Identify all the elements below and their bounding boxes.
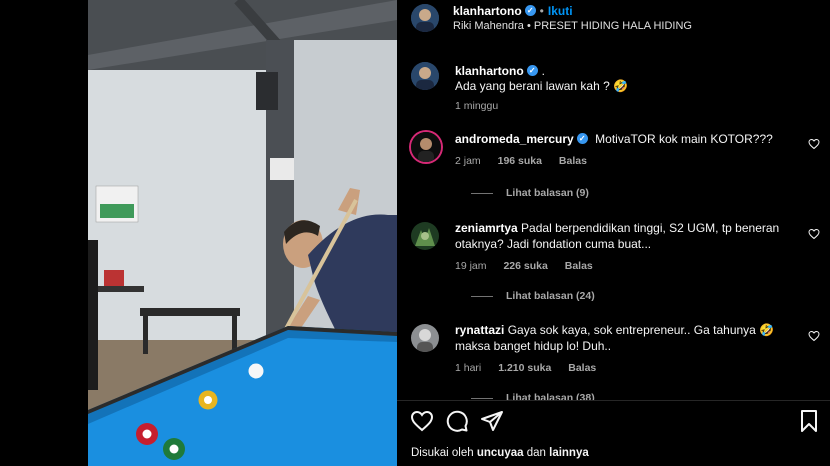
heart-icon[interactable]	[410, 409, 434, 433]
avatar[interactable]	[411, 132, 441, 162]
comment-time: 1 hari	[455, 362, 482, 374]
caption-text: Ada yang berani lawan kah ? 🤣	[455, 79, 629, 93]
comment-text: MotivaTOR kok main KOTOR???	[595, 132, 773, 146]
comment-icon[interactable]	[445, 409, 469, 433]
header-line: klanhartono ✓ • Ikuti	[453, 2, 573, 20]
caption-header: klanhartono ✓.	[455, 62, 545, 80]
avatar-image	[411, 62, 439, 90]
liked-and: dan	[526, 447, 546, 459]
heart-icon[interactable]	[808, 330, 820, 342]
liked-others[interactable]: lainnya	[549, 447, 589, 459]
bookmark-icon[interactable]	[797, 409, 821, 433]
avatar-image	[411, 132, 441, 162]
replies-divider	[471, 397, 493, 399]
comment-body: zeniamrtya Padal berpendidikan tinggi, S…	[455, 220, 790, 272]
comment-meta: 2 jam 196 suka Balas	[455, 155, 790, 167]
comment-item: andromeda_mercury ✓ MotivaTOR kok main KO…	[411, 130, 820, 210]
verified-badge-icon: ✓	[576, 133, 588, 145]
comment-line: zeniamrtya Padal berpendidikan tinggi, S…	[455, 220, 790, 252]
reply-button[interactable]: Balas	[568, 362, 596, 374]
comment-meta: 1 hari 1.210 suka Balas	[455, 362, 790, 374]
reply-button[interactable]: Balas	[559, 155, 587, 167]
avatar-image	[411, 324, 439, 352]
comment-body: andromeda_mercury ✓ MotivaTOR kok main KO…	[455, 130, 790, 167]
comment-body: rynattazi Gaya sok kaya, sok entrepreneu…	[455, 322, 790, 374]
reply-button[interactable]: Balas	[565, 260, 593, 272]
caption-time: 1 minggu	[455, 100, 499, 112]
avatar-image	[411, 4, 439, 32]
comment-likes[interactable]: 1.210 suka	[498, 362, 551, 374]
caption-suffix: .	[541, 64, 546, 78]
comment-line: rynattazi Gaya sok kaya, sok entrepreneu…	[455, 322, 790, 354]
replies-divider	[471, 295, 493, 297]
verified-badge-icon: ✓	[524, 5, 536, 17]
post-side-panel: klanhartono ✓ • Ikuti Riki Mahendra • PRESE…	[397, 0, 830, 466]
comment-time: 19 jam	[455, 260, 487, 272]
post-header: klanhartono ✓ • Ikuti Riki Mahendra • PRESE…	[411, 2, 820, 42]
comment-meta: 19 jam 226 suka Balas	[455, 260, 790, 272]
comment-username[interactable]: zeniamrtya	[455, 221, 518, 235]
avatar[interactable]	[411, 4, 439, 32]
verified-badge-icon: ✓	[526, 65, 538, 77]
comment-username[interactable]: andromeda_mercury	[455, 132, 574, 146]
post-username[interactable]: klanhartono	[453, 4, 522, 18]
view-replies-label: Lihat balasan (9)	[506, 187, 589, 199]
billiards-video-frame	[88, 0, 397, 466]
liked-prefix: Disukai oleh	[411, 447, 474, 459]
heart-icon[interactable]	[808, 228, 820, 240]
share-icon[interactable]	[480, 409, 504, 433]
avatar-image	[411, 222, 439, 250]
comment-line: andromeda_mercury ✓ MotivaTOR kok main KO…	[455, 130, 790, 148]
audio-label[interactable]: Riki Mahendra • PRESET HIDING HALA HIDIN…	[453, 20, 692, 32]
post-actions-bar: Disukai oleh uncuyaa dan lainnya	[397, 400, 830, 466]
view-replies-button[interactable]: Lihat balasan (9)	[471, 187, 589, 199]
heart-icon[interactable]	[808, 138, 820, 150]
avatar[interactable]	[411, 222, 439, 250]
comment-likes[interactable]: 226 suka	[503, 260, 547, 272]
comment-username[interactable]: rynattazi	[455, 323, 504, 337]
avatar[interactable]	[411, 324, 439, 352]
replies-divider	[471, 192, 493, 194]
post-video[interactable]	[88, 0, 397, 466]
avatar[interactable]	[411, 62, 439, 90]
view-replies-label: Lihat balasan (24)	[506, 290, 595, 302]
comment-time: 2 jam	[455, 155, 481, 167]
comment-item: rynattazi Gaya sok kaya, sok entrepreneu…	[411, 322, 820, 404]
follow-button[interactable]: Ikuti	[548, 4, 573, 18]
comment-likes[interactable]: 196 suka	[498, 155, 542, 167]
caption-username[interactable]: klanhartono	[455, 64, 524, 78]
liked-by: Disukai oleh uncuyaa dan lainnya	[411, 447, 589, 459]
comment-item: zeniamrtya Padal berpendidikan tinggi, S…	[411, 220, 820, 305]
liked-user[interactable]: uncuyaa	[477, 447, 524, 459]
separator-dot: •	[539, 4, 544, 18]
view-replies-button[interactable]: Lihat balasan (24)	[471, 290, 595, 302]
